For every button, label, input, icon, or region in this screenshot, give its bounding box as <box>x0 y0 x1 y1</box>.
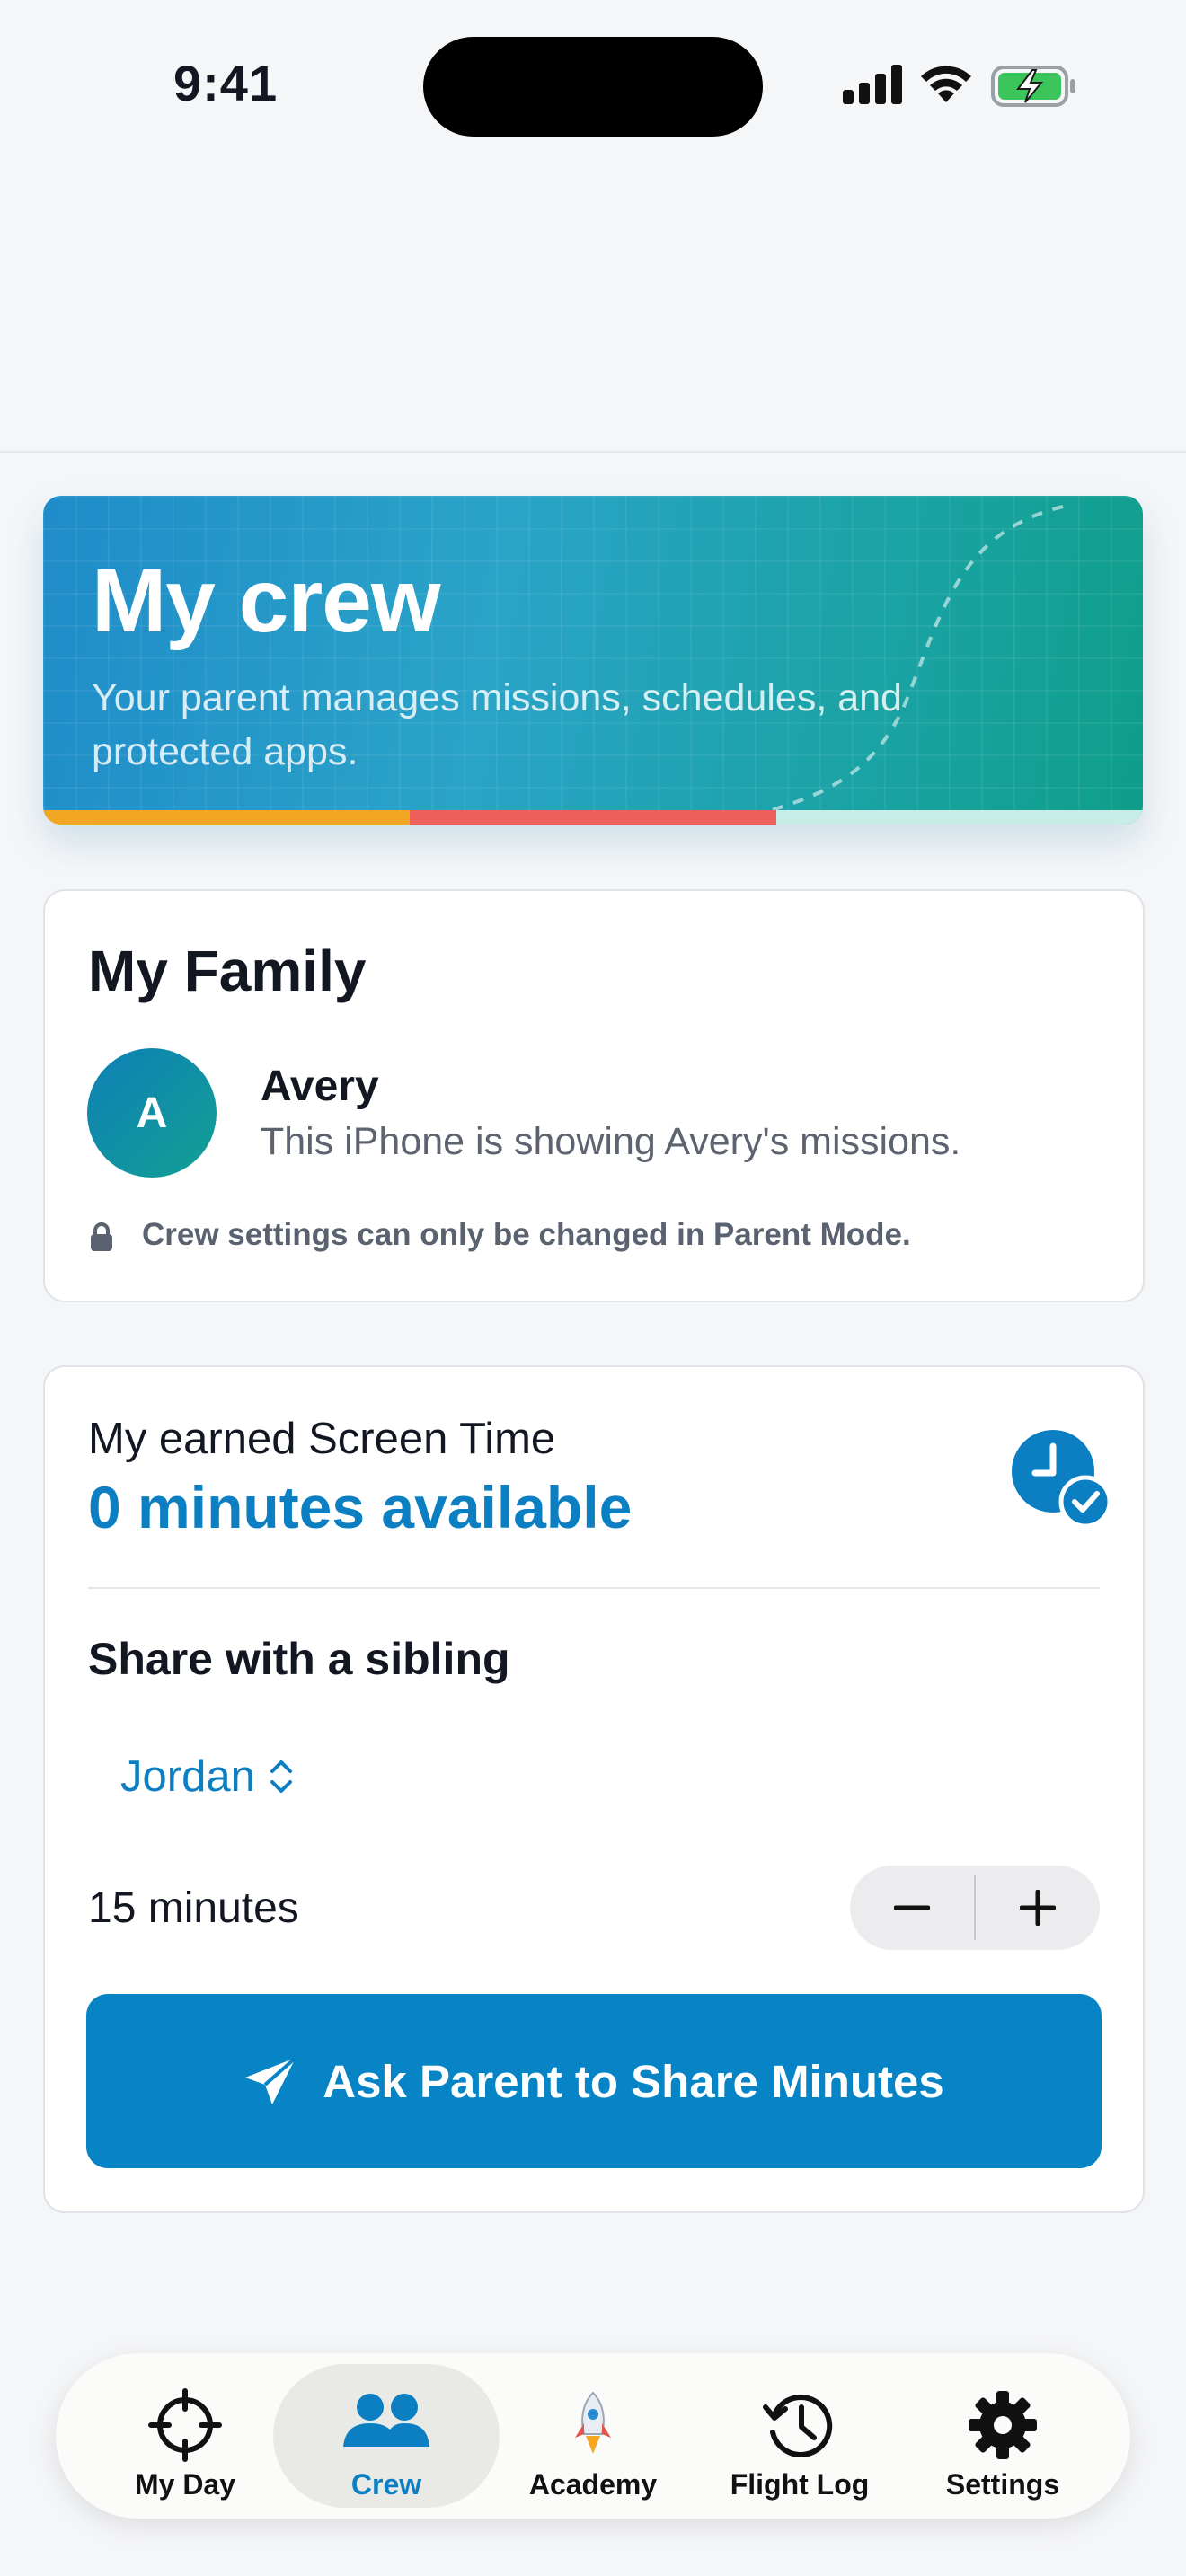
tab-label: Flight Log <box>730 2468 870 2501</box>
chevron-up-down-icon <box>270 1760 292 1793</box>
history-clock-icon <box>763 2395 833 2457</box>
tab-label: Academy <box>528 2468 658 2501</box>
battery-charging-icon <box>991 66 1075 107</box>
ask-parent-share-label: Ask Parent to Share Minutes <box>323 2055 944 2107</box>
plus-icon <box>1020 1890 1056 1926</box>
screen-time-card: My earned Screen Time 0 minutes availabl… <box>43 1365 1145 2213</box>
paper-plane-icon <box>245 2056 297 2104</box>
gear-icon <box>969 2391 1037 2459</box>
family-card: My Family A Avery This iPhone is showing… <box>43 889 1145 1302</box>
family-card-title: My Family <box>88 939 367 1003</box>
tab-label: Crew <box>350 2468 422 2501</box>
card-divider <box>88 1587 1100 1589</box>
status-time: 9:41 <box>173 55 279 111</box>
wifi-icon <box>921 66 971 102</box>
minus-icon <box>894 1905 930 1910</box>
hero-progress-bar <box>43 810 1143 825</box>
page-subtitle: Your parent manages missions, schedules,… <box>92 676 902 773</box>
page-title: My crew <box>92 551 441 651</box>
people-icon <box>343 2394 429 2447</box>
tab-label: Settings <box>945 2468 1060 2501</box>
crosshair-icon <box>148 2388 222 2462</box>
sibling-picker[interactable]: Jordan <box>120 1751 295 1802</box>
decrement-button[interactable] <box>850 1866 974 1950</box>
parent-mode-note: Crew settings can only be changed in Par… <box>142 1217 911 1252</box>
lock-icon <box>91 1222 112 1251</box>
cellular-signal-icon <box>843 65 902 104</box>
tab-bar: My Day Crew Academy Flight Log Settings <box>56 2353 1130 2519</box>
tab-my-day[interactable]: My Day <box>72 2364 298 2508</box>
screen-time-label: My earned Screen Time <box>88 1415 556 1463</box>
avatar: A <box>87 1048 217 1178</box>
member-name: Avery <box>261 1063 379 1110</box>
rocket-icon <box>575 2391 611 2454</box>
share-minutes-value: 15 minutes <box>88 1884 299 1932</box>
crew-hero-banner: My crew Your parent manages missions, sc… <box>43 496 1143 825</box>
status-bar: 9:41 <box>0 0 1186 171</box>
progress-segment-orange <box>43 810 410 825</box>
tab-academy[interactable]: Academy <box>480 2364 706 2508</box>
increment-button[interactable] <box>976 1866 1100 1950</box>
tab-settings[interactable]: Settings <box>890 2364 1116 2508</box>
tab-label: My Day <box>134 2468 236 2501</box>
screen-time-value: 0 minutes available <box>88 1474 633 1540</box>
sibling-picker-value: Jordan <box>120 1752 255 1801</box>
share-section-title: Share with a sibling <box>88 1634 510 1684</box>
clock-check-icon <box>1012 1430 1112 1529</box>
minutes-stepper <box>850 1866 1100 1950</box>
tab-crew[interactable]: Crew <box>273 2364 500 2508</box>
header-divider <box>0 451 1186 453</box>
dynamic-island <box>423 37 763 137</box>
ask-parent-share-button[interactable]: Ask Parent to Share Minutes <box>86 1994 1102 2168</box>
member-description: This iPhone is showing Avery's missions. <box>261 1120 961 1163</box>
progress-segment-red <box>410 810 776 825</box>
tab-flight-log[interactable]: Flight Log <box>686 2364 913 2508</box>
